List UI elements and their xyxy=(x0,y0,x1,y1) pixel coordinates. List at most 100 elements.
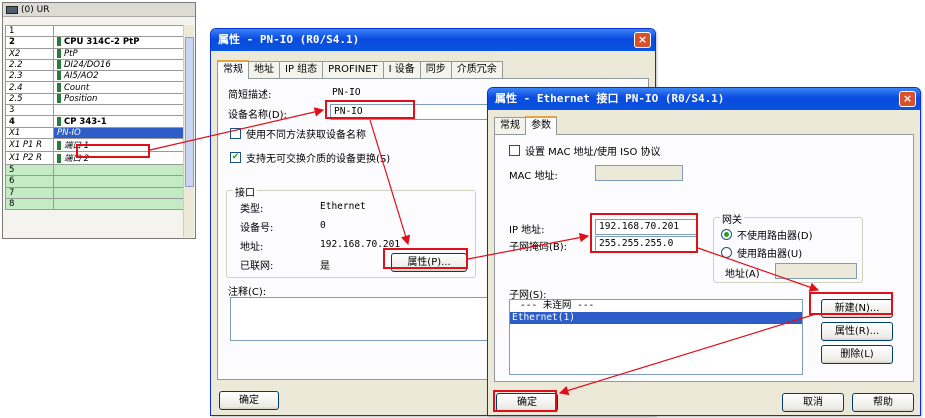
tab-media-redundancy[interactable]: 介质冗余 xyxy=(450,61,503,79)
rack-table: 1 2 CPU 314C-2 PtP X2 PtP 2.2 DI24/DO16 2.3 AI5/… xyxy=(5,24,185,211)
device-no-label: 设备号: xyxy=(240,223,274,234)
type-label: 类型: xyxy=(240,204,264,215)
scrollbar-thumb[interactable] xyxy=(185,37,194,187)
highlight-properties-button xyxy=(383,248,468,269)
module-icon xyxy=(57,83,61,92)
hw-rack-window: (0) UR 1 2 CPU 314C-2 PtP X2 PtP 2.2 DI24/DO16… xyxy=(2,2,196,239)
module-cell[interactable]: CP 343-1 xyxy=(53,115,185,128)
table-row[interactable]: 2.4 Count xyxy=(5,81,185,94)
table-row[interactable]: 2.3 AI5/AO2 xyxy=(5,70,185,83)
dlg1-title: 属性 - PN-IO (R0/S4.1) xyxy=(218,33,360,46)
table-row[interactable]: 2.2 DI24/DO16 xyxy=(5,58,185,72)
highlight-pnio-slot xyxy=(76,144,150,158)
table-row[interactable]: 4 CP 343-1 xyxy=(5,115,185,128)
dlg1-ok-button[interactable]: 确定 xyxy=(219,391,279,410)
close-icon[interactable]: × xyxy=(899,91,916,107)
table-row[interactable]: 2 CPU 314C-2 PtP xyxy=(5,36,185,49)
dlg1-title-bar: 属性 - PN-IO (R0/S4.1) × xyxy=(211,29,655,51)
tab-address[interactable]: 地址 xyxy=(248,61,280,79)
table-row[interactable]: 5 xyxy=(5,163,185,177)
highlight-ok-button xyxy=(493,390,557,412)
list-item[interactable]: --- 未连网 --- xyxy=(510,300,802,312)
slot-cell: 2.2 xyxy=(5,58,54,72)
module-name: Position xyxy=(64,93,98,104)
device-replace-label: 支持无可交换介质的设备更换(S) xyxy=(246,154,391,165)
module-icon xyxy=(57,49,61,58)
slot-cell: 3 xyxy=(5,104,54,117)
mac-address-field[interactable] xyxy=(595,165,683,181)
module-cell[interactable] xyxy=(53,175,185,188)
short-desc-label: 简短描述: xyxy=(228,90,272,101)
module-cell[interactable]: PtP xyxy=(53,47,185,60)
module-cell[interactable] xyxy=(53,163,185,177)
module-icon xyxy=(57,153,61,163)
slot-cell: 2.4 xyxy=(5,81,54,94)
comment-label: 注释(C): xyxy=(228,287,267,298)
slot-cell: 2 xyxy=(5,36,54,49)
short-desc-value: PN-IO xyxy=(332,87,361,98)
module-name: CP 343-1 xyxy=(64,116,107,127)
rack-title-bar: (0) UR xyxy=(3,3,195,17)
rack-icon xyxy=(6,6,18,14)
dlg2-help-button[interactable]: 帮助 xyxy=(852,393,914,412)
table-row[interactable]: X2 PtP xyxy=(5,47,185,60)
gateway-address-field[interactable] xyxy=(775,263,857,279)
slot-cell: 2.3 xyxy=(5,70,54,83)
slot-cell: 2.5 xyxy=(5,92,54,106)
table-row[interactable]: X1 PN-IO xyxy=(5,126,185,139)
module-icon xyxy=(57,71,61,81)
no-router-label: 不使用路由器(D) xyxy=(737,231,813,242)
module-cell[interactable]: Count xyxy=(53,81,185,94)
table-row[interactable]: 8 xyxy=(5,197,185,211)
device-replace-checkbox[interactable]: ✔ xyxy=(230,152,241,163)
slot-cell: 6 xyxy=(5,175,54,188)
module-name: CPU 314C-2 PtP xyxy=(64,37,140,48)
table-row[interactable]: 3 xyxy=(5,104,185,117)
module-icon xyxy=(57,60,61,70)
subnet-properties-button[interactable]: 属性(R)... xyxy=(821,322,893,341)
list-item[interactable]: Ethernet(1) xyxy=(510,312,802,324)
highlight-ip-mask xyxy=(590,213,698,253)
use-router-radio[interactable] xyxy=(721,247,732,258)
networked-label: 已联网: xyxy=(240,261,274,272)
ip-address-label: IP 地址: xyxy=(509,225,545,236)
module-cell[interactable]: PN-IO xyxy=(53,126,185,139)
close-icon[interactable]: × xyxy=(634,32,651,48)
module-cell[interactable]: AI5/AO2 xyxy=(53,70,185,83)
table-row[interactable]: 7 xyxy=(5,186,185,199)
table-row[interactable]: 1 xyxy=(5,24,185,38)
delete-subnet-button[interactable]: 删除(L) xyxy=(821,345,893,364)
tab-general[interactable]: 常规 xyxy=(494,117,526,135)
slot-cell: X1 P1 R xyxy=(5,137,54,152)
module-cell[interactable] xyxy=(53,104,185,117)
tab-parameters[interactable]: 参数 xyxy=(525,116,557,135)
subnet-list[interactable]: --- 未连网 --- Ethernet(1) xyxy=(509,299,803,375)
tab-i-device[interactable]: I 设备 xyxy=(382,61,421,79)
gateway-address-label: 地址(A) xyxy=(725,269,760,280)
dlg2-cancel-button[interactable]: 取消 xyxy=(782,393,844,412)
module-cell[interactable]: CPU 314C-2 PtP xyxy=(53,36,185,49)
tab-general[interactable]: 常规 xyxy=(217,60,249,79)
mac-iso-checkbox[interactable] xyxy=(509,145,520,156)
alt-device-name-checkbox[interactable] xyxy=(230,128,241,139)
tab-sync[interactable]: 同步 xyxy=(419,61,452,79)
module-name: Count xyxy=(64,82,90,93)
highlight-device-name xyxy=(325,100,415,119)
rack-scrollbar[interactable] xyxy=(183,25,194,237)
module-cell[interactable]: DI24/DO16 xyxy=(53,58,185,72)
table-row[interactable]: 6 xyxy=(5,175,185,188)
module-cell[interactable] xyxy=(53,186,185,199)
type-value: Ethernet xyxy=(320,201,366,212)
gateway-group-title: 网关 xyxy=(720,211,744,226)
module-cell[interactable] xyxy=(53,24,185,38)
table-row[interactable]: 2.5 Position xyxy=(5,92,185,106)
module-name: PN-IO xyxy=(57,127,81,138)
dlg2-parameters-panel: 设置 MAC 地址/使用 ISO 协议 MAC 地址: IP 地址: 192.1… xyxy=(494,134,914,382)
module-cell[interactable] xyxy=(53,197,185,211)
tab-ip-config[interactable]: IP 组态 xyxy=(279,61,324,79)
module-cell[interactable]: Position xyxy=(53,92,185,106)
tab-profinet[interactable]: PROFINET xyxy=(322,61,384,79)
slot-cell: 8 xyxy=(5,197,54,211)
no-router-radio[interactable] xyxy=(721,229,732,240)
device-no-value: 0 xyxy=(320,220,326,231)
